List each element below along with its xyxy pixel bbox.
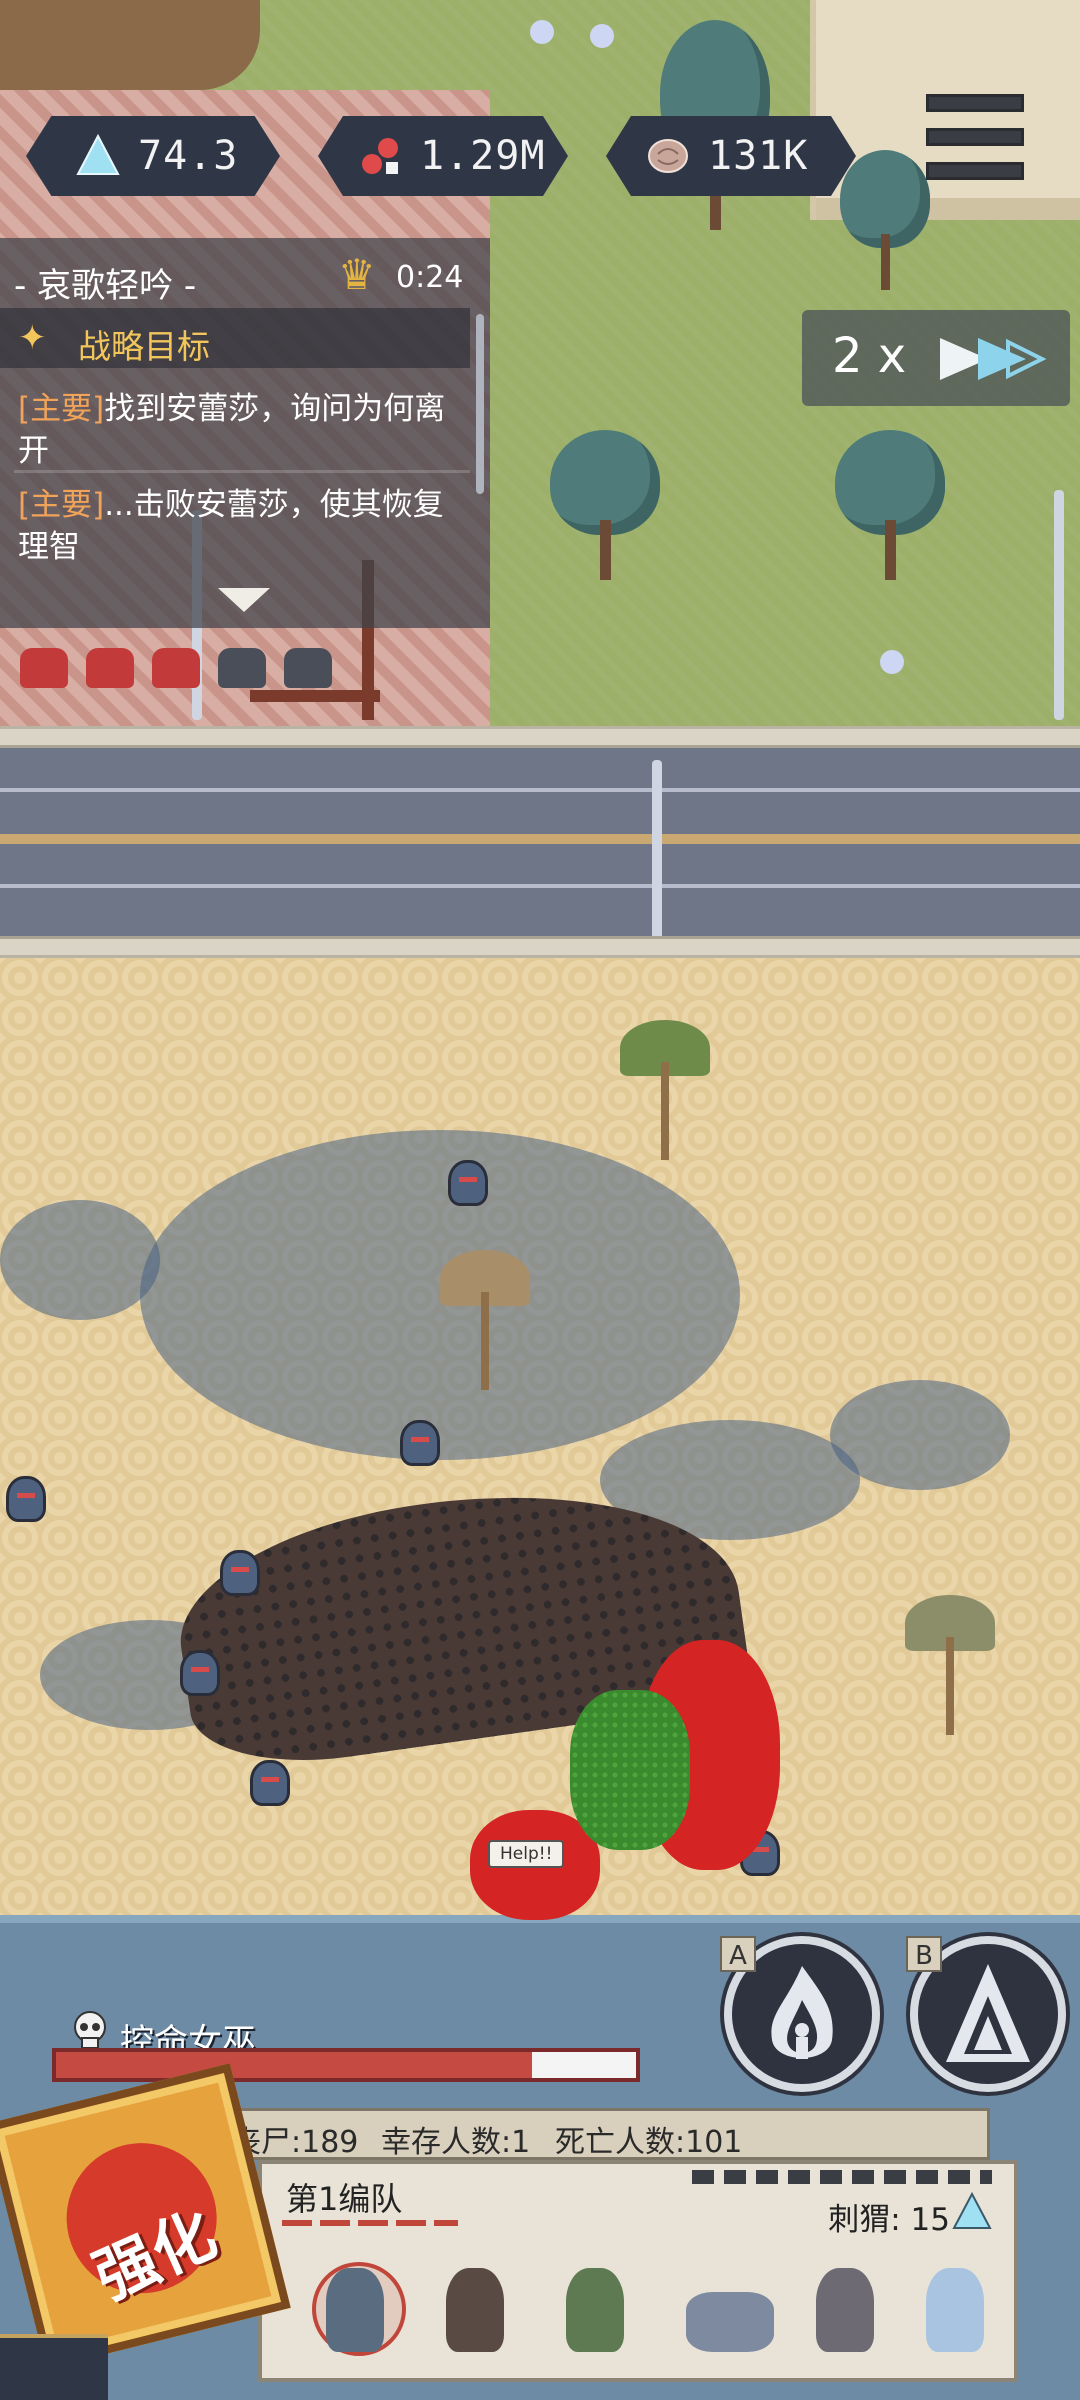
zombie <box>6 1476 46 1522</box>
sidewalk <box>0 726 1080 748</box>
parked-car <box>20 648 68 688</box>
zombie <box>400 1420 440 1466</box>
quest-timer: 0:24 <box>396 260 464 295</box>
speed-label: 2 x <box>832 328 907 384</box>
trophy-icon: ♛ <box>338 250 376 299</box>
zombie <box>448 1160 488 1206</box>
zombie <box>220 1550 260 1596</box>
ghost-unit-icon <box>926 2268 984 2352</box>
poison-cloud <box>570 1690 690 1850</box>
squad-progress <box>692 2170 992 2184</box>
parked-car <box>284 648 332 688</box>
fast-forward-icon <box>940 338 1047 380</box>
palm-tree <box>905 1595 995 1735</box>
crystal-value: 74.3 <box>138 133 239 179</box>
skill-b-button[interactable]: B <box>906 1936 1066 2092</box>
flower <box>530 20 554 44</box>
zombie <box>180 1650 220 1696</box>
flower <box>880 650 904 674</box>
resource-brain[interactable]: 131K <box>606 116 856 196</box>
objective-tag: [主要] <box>18 487 105 523</box>
brute-unit-icon <box>446 2268 504 2352</box>
target-icon: ✦ <box>18 318 47 358</box>
help-bubble: Help!! <box>488 1840 565 1868</box>
squad-panel[interactable]: 第1编队 刺猬: 15 <box>258 2160 1018 2382</box>
death-count: 死亡人数:101 <box>555 2125 743 2160</box>
survivor-count: 幸存人数:1 <box>381 2125 531 2160</box>
resource-blood-cells[interactable]: 1.29M <box>318 116 568 196</box>
parked-car <box>218 648 266 688</box>
blood-cells-icon <box>354 130 406 182</box>
skill-a-button[interactable]: A <box>720 1936 880 2092</box>
objectives-label: 战略目标 <box>78 327 210 366</box>
resource-crystal[interactable]: 74.3 <box>26 116 280 196</box>
blood-cells-value: 1.29M <box>420 133 546 179</box>
brain-value: 131K <box>708 133 809 179</box>
objectives-header: ✦ 战略目标 <box>0 308 470 368</box>
tree <box>550 430 660 580</box>
palm-tree <box>620 1020 710 1160</box>
soldier-unit-icon <box>566 2268 624 2352</box>
bottom-corner-tab[interactable] <box>0 2334 108 2400</box>
squad-underline <box>282 2220 458 2226</box>
zombie <box>250 1760 290 1806</box>
road <box>0 748 1080 936</box>
street-lamp <box>1054 490 1064 720</box>
squad-unit-soldier[interactable] <box>552 2252 638 2362</box>
fence-rail <box>250 690 380 702</box>
boss-health-bar <box>52 2048 640 2082</box>
quest-panel[interactable]: - 哀歌轻吟 - ♛ 0:24 ✦ 战略目标 [主要]找到安蕾莎，询问为何离开 … <box>0 238 490 628</box>
speed-toggle-button[interactable]: 2 x <box>802 310 1070 406</box>
quest-title: - 哀歌轻吟 - <box>14 266 197 306</box>
quest-objective: [主要]找到安蕾莎，询问为何离开 <box>18 388 468 472</box>
hamburger-menu-icon[interactable] <box>920 88 1030 188</box>
flower <box>590 24 614 48</box>
divider <box>14 470 470 473</box>
infection-splatter <box>0 1200 160 1320</box>
squad-unit-dog[interactable] <box>672 2252 782 2362</box>
zombie-unit-icon <box>326 2268 384 2352</box>
crystal-icon <box>952 2192 992 2229</box>
parked-car <box>86 648 134 688</box>
squad-name: 第1编队 <box>286 2180 403 2218</box>
squad-unit-brute[interactable] <box>432 2252 518 2362</box>
skull-icon <box>74 2011 106 2049</box>
parked-car <box>152 648 200 688</box>
tree <box>840 150 930 290</box>
objective-tag: [主要] <box>18 391 105 427</box>
squad-unit-worker[interactable] <box>802 2252 888 2362</box>
squad-unit-zombie[interactable] <box>312 2252 406 2362</box>
chevron-down-icon[interactable] <box>218 588 270 612</box>
quest-objective: [主要]...击败安蕾莎，使其恢复理智 <box>18 484 468 568</box>
squad-unit-ghost[interactable] <box>912 2252 998 2362</box>
dirt-patch <box>0 0 260 90</box>
tree <box>835 430 945 580</box>
brain-icon <box>642 130 694 182</box>
sidewalk <box>0 936 1080 958</box>
squad-cost: 刺猬: 15 <box>828 2202 950 2238</box>
skill-key-label: A <box>720 1936 756 1972</box>
worker-unit-icon <box>816 2268 874 2352</box>
palm-tree <box>440 1250 530 1390</box>
quest-scrollbar[interactable] <box>476 314 484 494</box>
zombie-dog-unit-icon <box>686 2292 774 2352</box>
stats-bar: 丧尸:189 幸存人数:1 死亡人数:101 <box>210 2108 990 2160</box>
crystal-icon <box>72 130 124 182</box>
boss-health-fill <box>56 2052 532 2078</box>
skill-key-label: B <box>906 1936 942 1972</box>
